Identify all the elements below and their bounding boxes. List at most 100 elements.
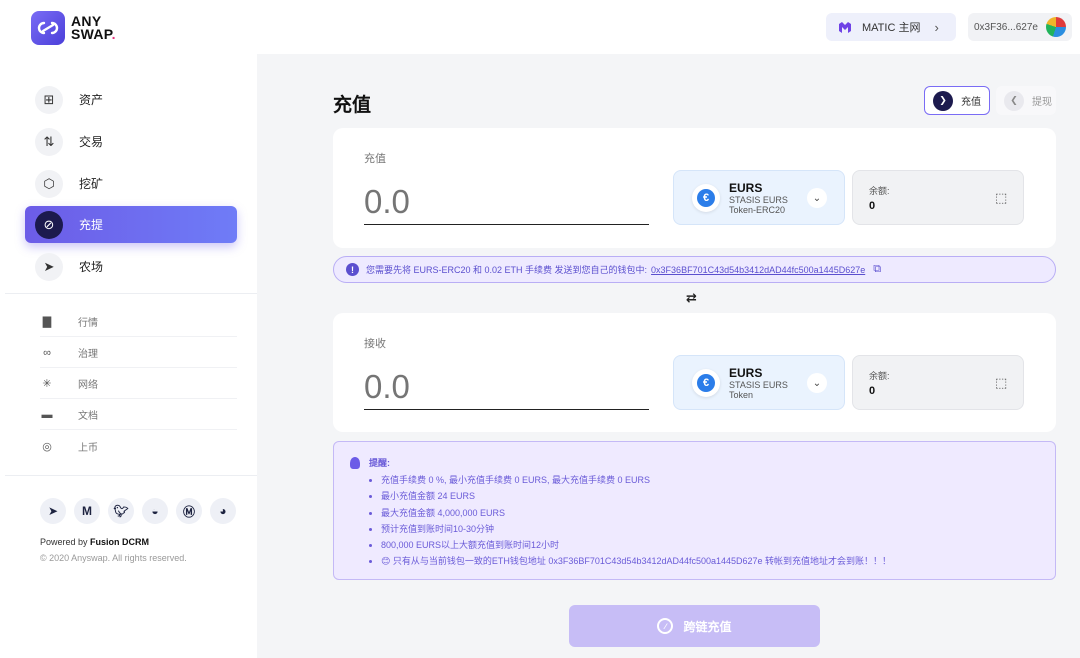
sidebar-item-label: 资产	[79, 93, 104, 107]
eurs-token-icon: €	[692, 369, 720, 397]
tip-item: 最大充值金额 4,000,000 EURS	[381, 505, 891, 521]
hexagon-icon: ⬡	[35, 169, 63, 198]
twitter-icon[interactable]: 🐦︎	[108, 498, 134, 524]
swap-direction-icon[interactable]: ⇄	[686, 290, 697, 306]
sidebar-item-market[interactable]: ▇ 行情	[40, 307, 237, 337]
anyswap-logo-icon	[31, 11, 65, 45]
chevron-down-icon: ⌄	[807, 373, 827, 393]
sidebar-item-docs[interactable]: ▬ 文档	[40, 400, 237, 430]
tip-item: 😊 只有从与当前钱包一致的ETH钱包地址 0x3F36BF701C43d54b3…	[381, 553, 891, 569]
sidebar-item-assets[interactable]: ⊞ 资产	[25, 81, 237, 118]
chevron-down-icon: ⌄	[807, 188, 827, 208]
network-selector-button[interactable]: MATIC 主网 ›	[826, 13, 956, 41]
withdraw-icon: ❮	[1004, 90, 1024, 111]
tab-deposit[interactable]: ❯ 充值	[924, 86, 990, 115]
to-token-selector[interactable]: € EURS STASIS EURS Token ⌄	[673, 355, 845, 410]
chevron-right-icon: ›	[934, 19, 939, 35]
balance-value: 0	[869, 200, 876, 212]
coingecko-icon[interactable]: ◕	[210, 498, 236, 524]
tip-item: 充值手续费 0 %, 最小充值手续费 0 EURS, 最大充值手续费 0 EUR…	[381, 472, 891, 488]
coinmarketcap-icon[interactable]: Ⓜ	[176, 498, 202, 524]
sidebar-item-mining[interactable]: ⬡ 挖矿	[25, 165, 237, 202]
balance-label: 余额:	[869, 186, 890, 196]
balance-value: 0	[869, 385, 876, 397]
deposit-withdraw-icon: ⊘	[35, 210, 63, 239]
trade-icon: ⇅	[35, 127, 63, 156]
from-label: 充值	[364, 153, 386, 165]
sidebar-item-list-coin[interactable]: ◎ 上币	[40, 431, 237, 461]
send-icon: ➤	[35, 252, 63, 281]
powered-prefix: Powered by	[40, 537, 91, 547]
chart-icon: ▇	[42, 316, 52, 328]
sidebar-item-network[interactable]: ✳ 网络	[40, 369, 237, 399]
token-symbol: EURS	[729, 366, 763, 380]
network-icon: ✳	[42, 378, 52, 390]
tab-withdraw[interactable]: ❮ 提现	[996, 86, 1056, 115]
to-label: 接收	[364, 338, 386, 350]
to-amount-input[interactable]	[364, 365, 649, 410]
anyswap-logo[interactable]: ANY SWAP.	[31, 11, 116, 45]
info-icon: !	[346, 263, 359, 276]
wallet-icon[interactable]: ⬚	[995, 190, 1007, 206]
sidebar-item-label: 农场	[79, 260, 104, 274]
wallet-address-button[interactable]: 0x3F36...627e	[968, 13, 1072, 41]
sidebar: ⊞ 资产 ⇅ 交易 ⬡ 挖矿 ⊘ 充提 ➤ 农场 ▇ 行情 ∞ 治理 ✳ 网络 …	[0, 54, 257, 658]
sidebar-item-trade[interactable]: ⇅ 交易	[25, 123, 237, 160]
deposit-icon: ∕	[657, 618, 674, 634]
tip-item: 最小充值金额 24 EURS	[381, 488, 891, 504]
from-balance-box: 余额: 0 ⬚	[852, 170, 1024, 225]
sidebar-item-deposit-withdraw[interactable]: ⊘ 充提	[25, 206, 237, 243]
wallet-avatar-icon	[1045, 17, 1066, 37]
copyright: © 2020 Anyswap. All rights reserved.	[40, 553, 187, 563]
tips-panel: 提醒: 充值手续费 0 %, 最小充值手续费 0 EURS, 最大充值手续费 0…	[333, 441, 1056, 580]
github-icon[interactable]: ◒	[142, 498, 168, 524]
brand-name: ANY SWAP.	[71, 14, 116, 42]
cross-chain-deposit-button[interactable]: ∕ 跨链充值	[569, 605, 820, 647]
from-token-selector[interactable]: € EURS STASIS EURS Token-ERC20 ⌄	[673, 170, 845, 225]
eurs-token-icon: €	[692, 184, 720, 212]
sidebar-divider	[5, 475, 257, 476]
telegram-icon[interactable]: ➤	[40, 498, 66, 524]
sidebar-sub-label: 网络	[78, 380, 98, 391]
matic-icon	[839, 22, 851, 33]
tips-list: 充值手续费 0 %, 最小充值手续费 0 EURS, 最大充值手续费 0 EUR…	[381, 472, 891, 570]
tip-item: 预计充值到账时间10-30分钟	[381, 521, 891, 537]
deposit-notice: ! 您需要先将 EURS-ERC20 和 0.02 ETH 手续费 发送到您自己…	[333, 256, 1056, 283]
sidebar-item-label: 交易	[79, 135, 104, 149]
sidebar-item-label: 充提	[79, 218, 104, 232]
from-amount-input[interactable]	[364, 180, 649, 225]
deposit-to-panel: 接收 € EURS STASIS EURS Token ⌄ 余额: 0 ⬚	[333, 313, 1056, 432]
grid-icon: ⊞	[35, 85, 63, 114]
tab-withdraw-label: 提现	[1032, 97, 1052, 108]
tips-title: 提醒:	[369, 458, 390, 468]
medium-icon[interactable]: M	[74, 498, 100, 524]
tip-item: 800,000 EURS以上大额充值到账时间12小时	[381, 537, 891, 553]
deposit-from-panel: 充值 € EURS STASIS EURS Token-ERC20 ⌄ 余额: …	[333, 128, 1056, 248]
cta-label: 跨链充值	[683, 619, 732, 634]
copy-icon[interactable]: ⧉	[873, 263, 881, 276]
sidebar-sub-label: 上币	[78, 442, 98, 454]
social-links: ➤ M 🐦︎ ◒ Ⓜ ◕	[40, 498, 244, 524]
list-coin-icon: ◎	[42, 440, 52, 453]
token-name: STASIS EURS Token-ERC20	[729, 195, 788, 215]
sidebar-sub-label: 行情	[78, 318, 98, 329]
balance-label: 余额:	[869, 371, 890, 381]
token-symbol: EURS	[729, 181, 763, 195]
deposit-icon: ❯	[933, 90, 953, 111]
sidebar-item-governance[interactable]: ∞ 治理	[40, 338, 237, 368]
notice-text: 您需要先将 EURS-ERC20 和 0.02 ETH 手续费 发送到您自己的钱…	[366, 265, 648, 275]
brand-dot: .	[111, 26, 116, 42]
powered-name: Fusion DCRM	[90, 537, 150, 547]
tab-deposit-label: 充值	[961, 97, 981, 108]
doc-icon: ▬	[41, 408, 53, 421]
link-icon: ∞	[43, 346, 51, 359]
sidebar-divider	[5, 293, 257, 294]
wallet-icon[interactable]: ⬚	[995, 375, 1007, 391]
sidebar-item-label: 挖矿	[79, 177, 104, 191]
sidebar-sub-label: 治理	[78, 349, 98, 360]
sidebar-sub-label: 文档	[78, 411, 98, 422]
notice-address-link[interactable]: 0x3F36BF701C43d54b3412dAD44fc500a1445D62…	[651, 265, 865, 275]
network-label: MATIC 主网	[862, 22, 921, 34]
sidebar-item-farm[interactable]: ➤ 农场	[25, 248, 237, 285]
to-balance-box: 余额: 0 ⬚	[852, 355, 1024, 410]
